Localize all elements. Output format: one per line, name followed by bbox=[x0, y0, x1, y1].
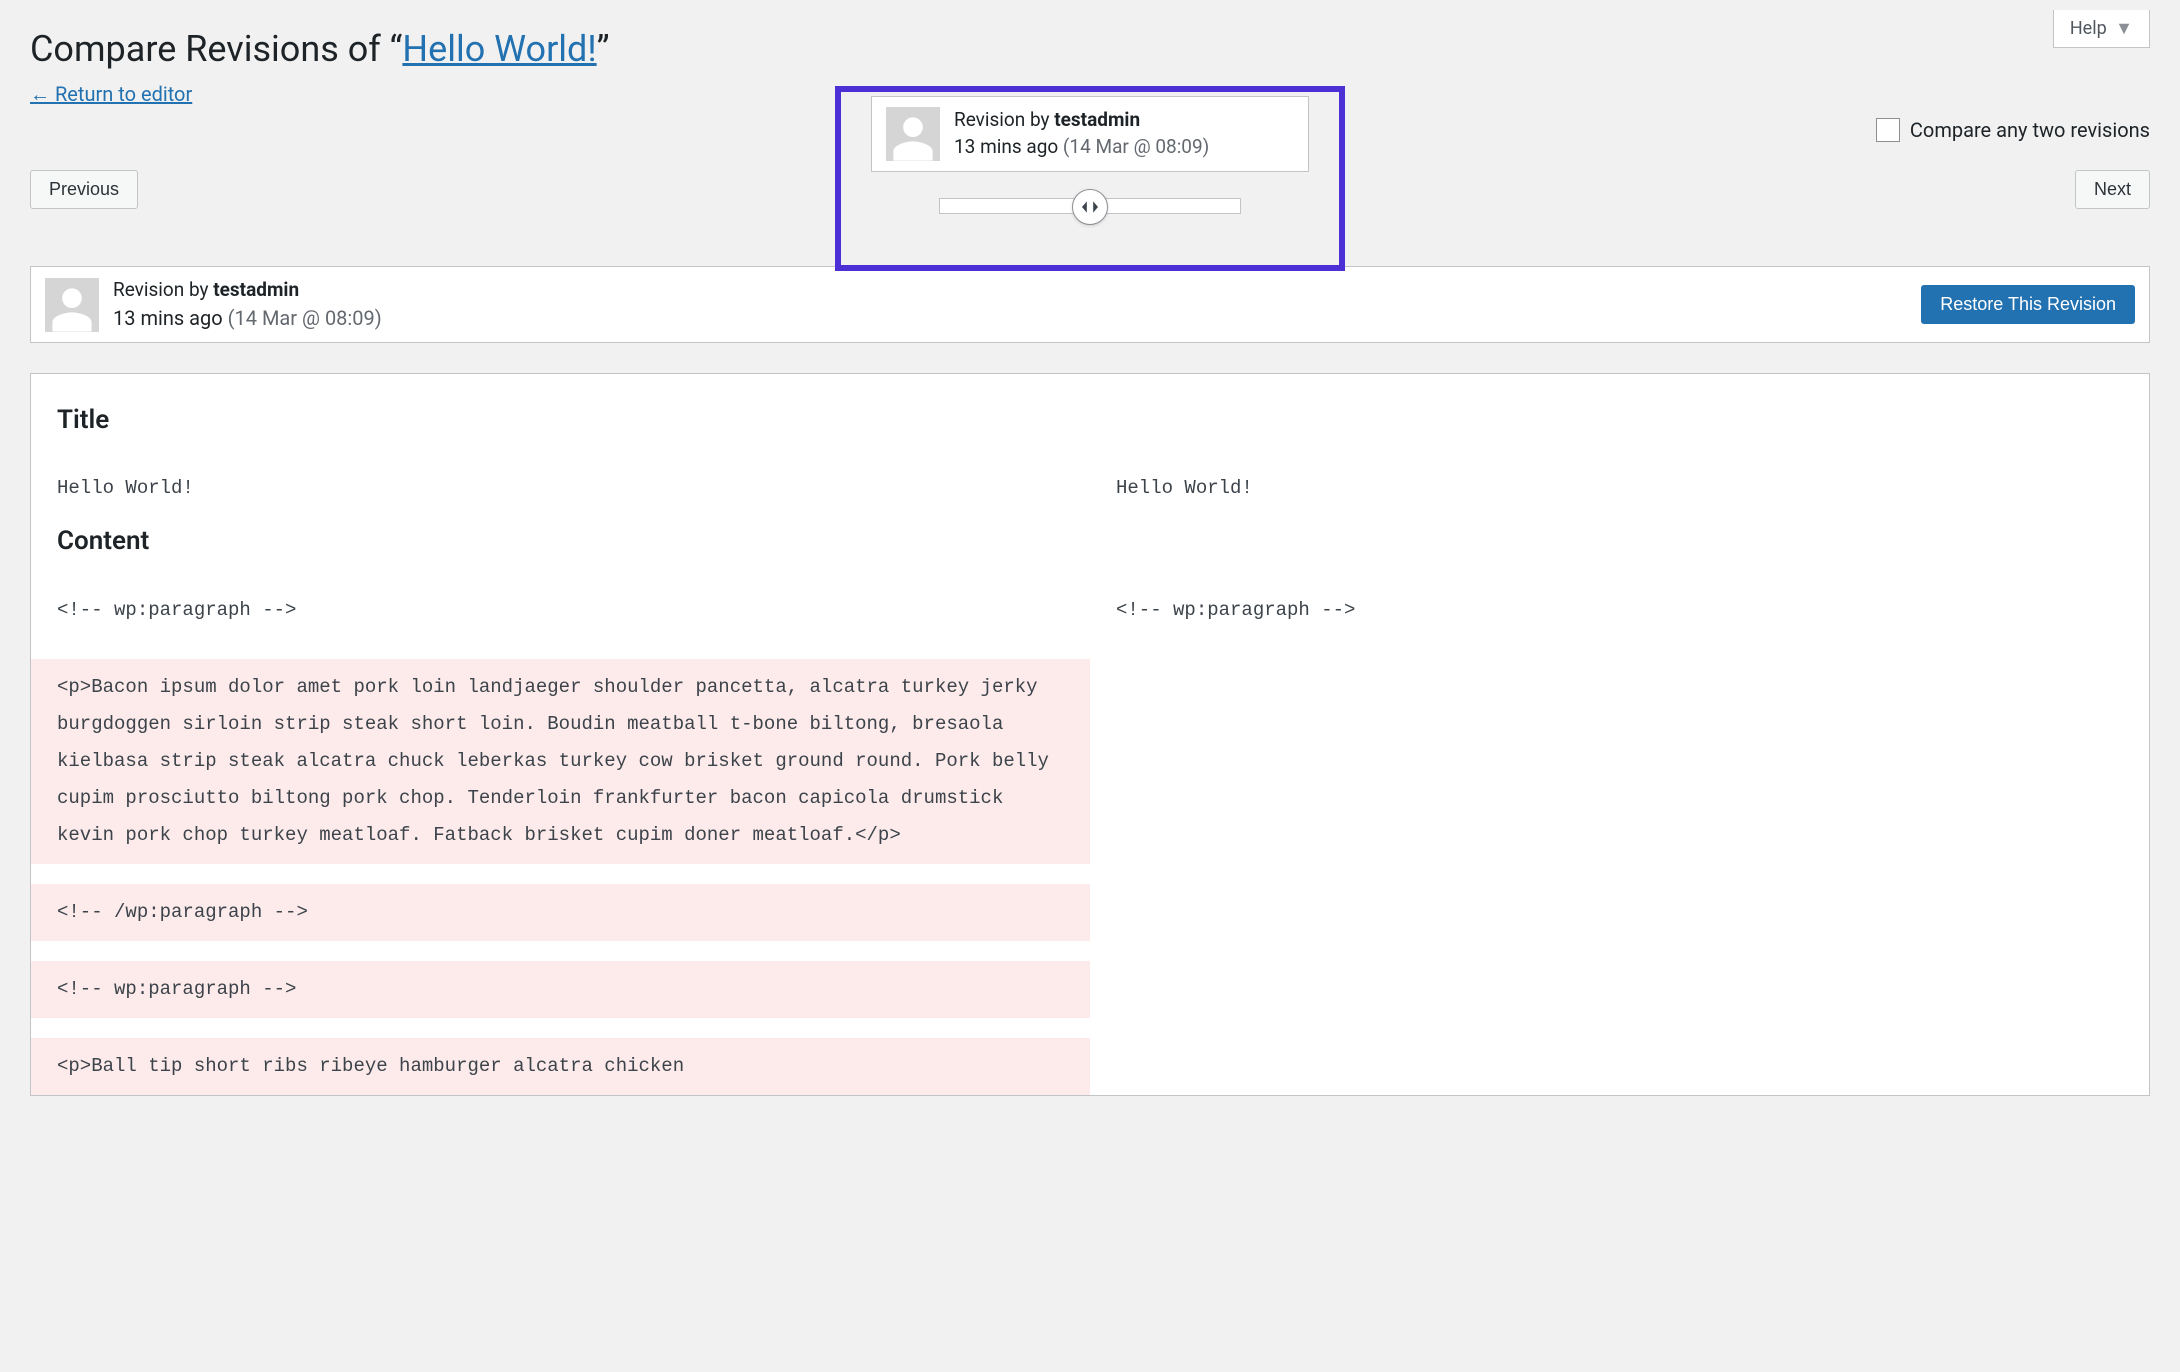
tooltip-date-line: 13 mins ago (14 Mar @ 08:09) bbox=[954, 134, 1209, 161]
diff-cell-right bbox=[1090, 1038, 2149, 1095]
compare-mode-toggle[interactable]: Compare any two revisions bbox=[1876, 116, 2150, 144]
meta-by-line: Revision by testadmin bbox=[113, 277, 382, 304]
diff-title-heading: Title bbox=[57, 402, 2123, 438]
avatar bbox=[886, 107, 940, 161]
diff-cell-right bbox=[1090, 659, 2149, 864]
diff-spacer bbox=[31, 639, 2149, 659]
previous-button[interactable]: Previous bbox=[30, 170, 138, 209]
diff-cell-right: <!-- wp:paragraph --> bbox=[1090, 582, 2149, 639]
help-tab[interactable]: Help ▼ bbox=[2053, 10, 2150, 48]
drag-handle-icon bbox=[1082, 201, 1098, 213]
diff-content-table: <!-- wp:paragraph --><!-- wp:paragraph -… bbox=[31, 582, 2149, 1095]
arrow-left-icon: ← bbox=[30, 82, 50, 106]
revision-slider: Previous Next Compare any two revisions … bbox=[30, 136, 2150, 256]
diff-cell-right bbox=[1090, 884, 2149, 941]
restore-revision-button[interactable]: Restore This Revision bbox=[1921, 285, 2135, 324]
revision-tooltip: Revision by testadmin 13 mins ago (14 Ma… bbox=[871, 96, 1309, 172]
diff-row: <p>Ball tip short ribs ribeye hamburger … bbox=[31, 1038, 2149, 1095]
diff-row: <!-- wp:paragraph --> bbox=[31, 961, 2149, 1018]
revision-meta: Revision by testadmin 13 mins ago (14 Ma… bbox=[30, 266, 2150, 343]
diff-title-left: Hello World! bbox=[31, 460, 1090, 517]
diff-title-right: Hello World! bbox=[1090, 460, 2149, 517]
checkbox-icon[interactable] bbox=[1876, 118, 1900, 142]
diff-row: <!-- wp:paragraph --><!-- wp:paragraph -… bbox=[31, 582, 2149, 639]
diff-row: <!-- /wp:paragraph --> bbox=[31, 884, 2149, 941]
page-title: Compare Revisions of “Hello World!” bbox=[30, 24, 2150, 74]
return-to-editor-link[interactable]: ← Return to editor bbox=[30, 82, 192, 106]
diff-spacer bbox=[31, 941, 2149, 961]
diff-title-table: Hello World! Hello World! bbox=[31, 460, 2149, 517]
compare-mode-label: Compare any two revisions bbox=[1910, 116, 2150, 144]
diff-panel: Title Hello World! Hello World! Content … bbox=[30, 373, 2150, 1096]
slider-track[interactable] bbox=[939, 198, 1241, 214]
diff-cell-left: <p>Ball tip short ribs ribeye hamburger … bbox=[31, 1038, 1090, 1095]
meta-date-line: 13 mins ago (14 Mar @ 08:09) bbox=[113, 304, 382, 332]
next-button[interactable]: Next bbox=[2075, 170, 2150, 209]
post-title-link[interactable]: Hello World! bbox=[402, 28, 596, 70]
diff-spacer bbox=[31, 864, 2149, 884]
diff-row: <p>Bacon ipsum dolor amet pork loin land… bbox=[31, 659, 2149, 864]
diff-spacer bbox=[31, 1018, 2149, 1038]
return-label: Return to editor bbox=[55, 82, 192, 106]
chevron-down-icon: ▼ bbox=[2115, 18, 2133, 39]
user-icon bbox=[889, 113, 937, 161]
tooltip-by-line: Revision by testadmin bbox=[954, 107, 1209, 134]
diff-cell-left: <!-- wp:paragraph --> bbox=[31, 582, 1090, 639]
diff-cell-right bbox=[1090, 961, 2149, 1018]
user-icon bbox=[48, 284, 96, 332]
help-label: Help bbox=[2070, 18, 2107, 39]
diff-cell-left: <p>Bacon ipsum dolor amet pork loin land… bbox=[31, 659, 1090, 864]
avatar bbox=[45, 278, 99, 332]
slider-handle[interactable] bbox=[1072, 189, 1108, 225]
diff-cell-left: <!-- /wp:paragraph --> bbox=[31, 884, 1090, 941]
diff-content-heading: Content bbox=[57, 523, 2123, 559]
diff-cell-left: <!-- wp:paragraph --> bbox=[31, 961, 1090, 1018]
